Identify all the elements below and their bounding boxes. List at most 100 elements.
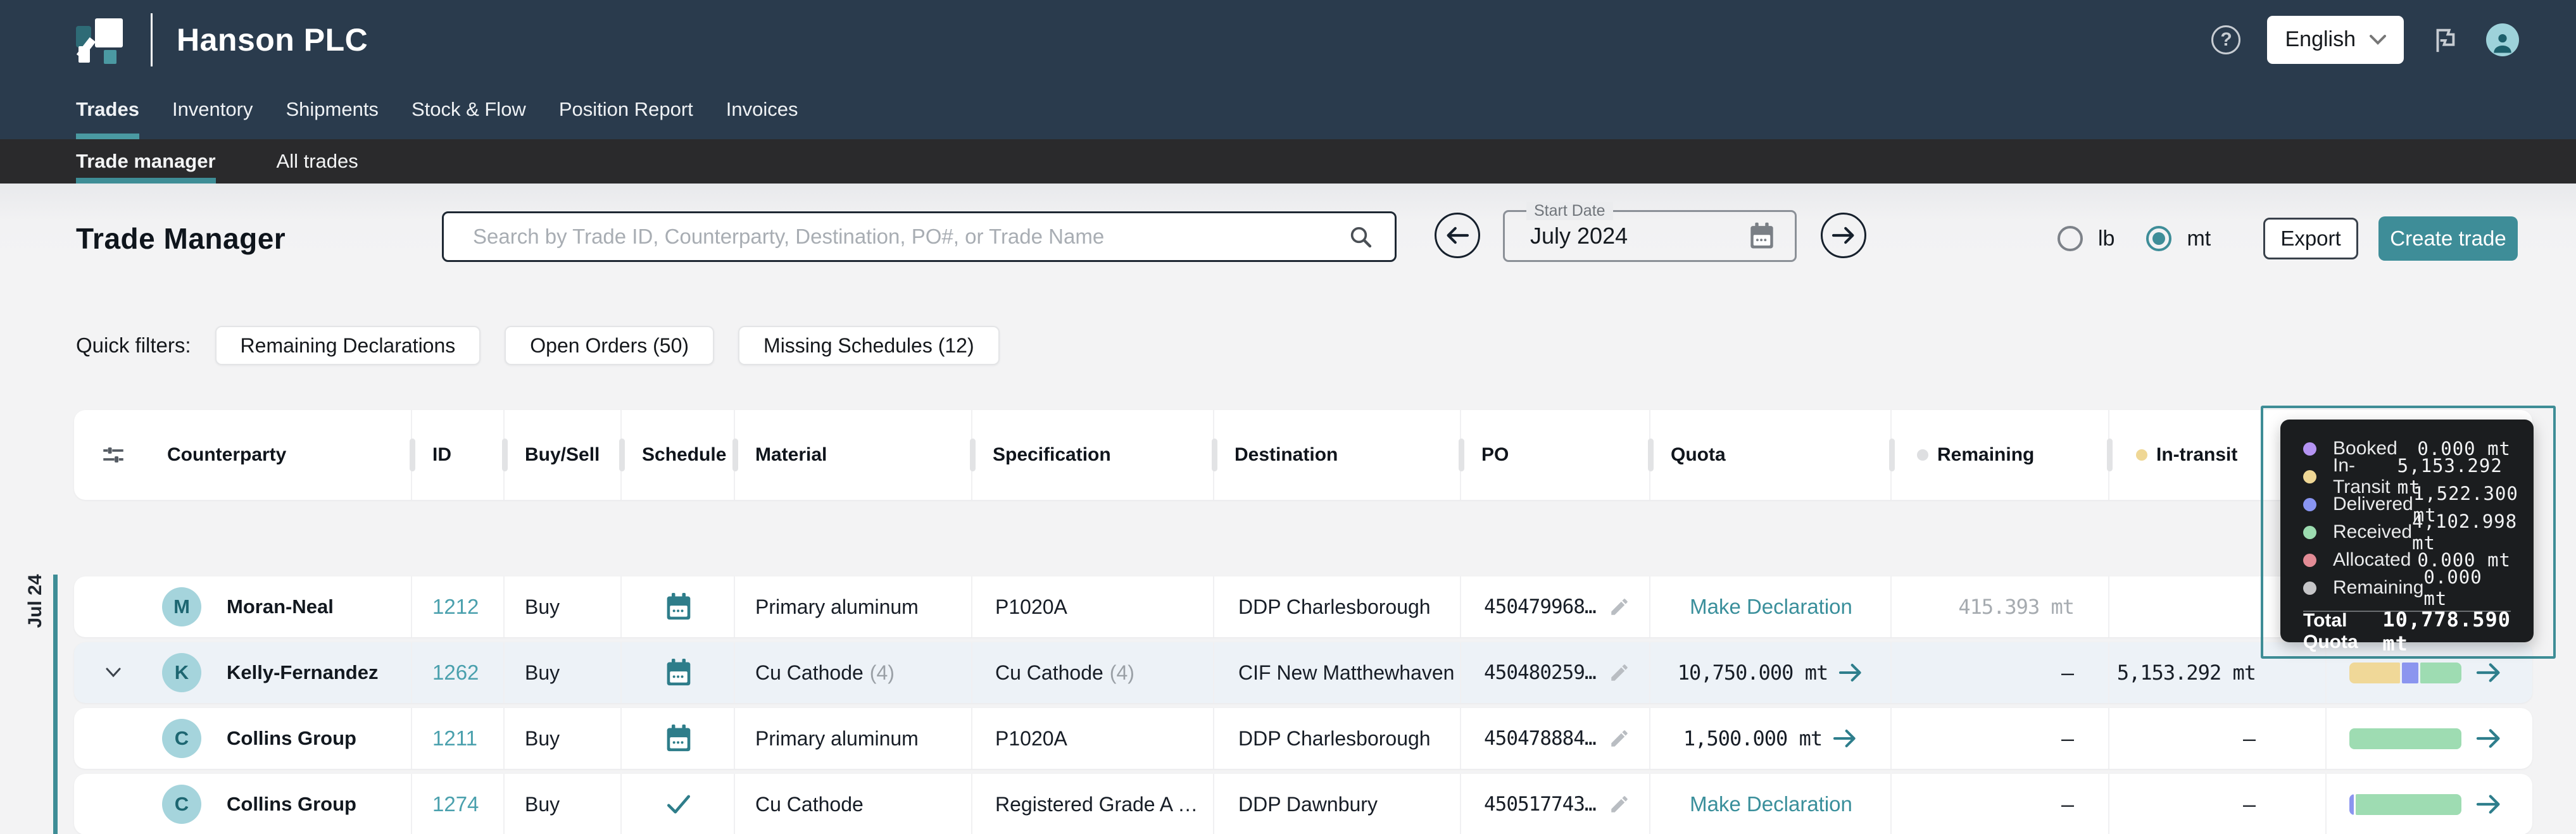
nav-tab-shipments[interactable]: Shipments bbox=[286, 79, 378, 139]
search-icon[interactable] bbox=[1348, 224, 1373, 249]
table-row[interactable]: C Collins Group 1211 Buy Primary aluminu… bbox=[74, 708, 2532, 769]
brand-title: Hanson PLC bbox=[177, 22, 368, 58]
specification-cell: P1020A bbox=[972, 708, 1214, 769]
table-row[interactable]: C Collins Group 1274 Buy Cu Cathode Regi… bbox=[74, 774, 2532, 834]
user-avatar[interactable] bbox=[2486, 23, 2519, 56]
material-cell: Cu Cathode bbox=[735, 774, 972, 834]
nav-tab-invoices[interactable]: Invoices bbox=[726, 79, 798, 139]
allocated-dot-icon bbox=[2303, 553, 2316, 567]
received-dot-icon bbox=[2303, 525, 2316, 539]
col-header-schedule[interactable]: Schedule bbox=[622, 410, 735, 500]
quota-arrow-icon[interactable] bbox=[1838, 662, 1864, 683]
nav-tab-position-report[interactable]: Position Report bbox=[559, 79, 693, 139]
destination-cell: CIF New Matthewhaven bbox=[1214, 642, 1461, 703]
quota-breakdown-tooltip: Booked 0.000 mt In-Transit 5,153.292 mt … bbox=[2280, 420, 2534, 656]
row-detail-arrow-icon[interactable] bbox=[2475, 661, 2503, 684]
nav-tab-trades[interactable]: Trades bbox=[76, 79, 139, 139]
table-row[interactable]: M Moran-Neal 1212 Buy Primary aluminum P… bbox=[74, 576, 2532, 637]
quota-cell: Make Declaration bbox=[1650, 774, 1892, 834]
quota-cell: Make Declaration bbox=[1650, 576, 1892, 637]
prev-month-button[interactable] bbox=[1435, 213, 1480, 258]
in-transit-dot-icon bbox=[2303, 470, 2316, 483]
row-detail-arrow-icon[interactable] bbox=[2475, 793, 2503, 816]
person-icon bbox=[2494, 34, 2511, 53]
unit-toggle: lb mt bbox=[2058, 223, 2227, 254]
filter-chip-remaining-declarations[interactable]: Remaining Declarations bbox=[215, 326, 481, 365]
header-column-settings[interactable] bbox=[74, 410, 152, 500]
remaining-dot-icon bbox=[2303, 581, 2316, 595]
row-expander-cell bbox=[74, 642, 152, 703]
calendar-icon[interactable] bbox=[1748, 221, 1776, 251]
subnav-all-trades[interactable]: All trades bbox=[277, 139, 358, 184]
col-header-buy-sell[interactable]: Buy/Sell bbox=[505, 410, 622, 500]
col-header-specification[interactable]: Specification bbox=[972, 410, 1214, 500]
col-header-remaining[interactable]: Remaining bbox=[1892, 410, 2109, 500]
trade-id-link[interactable]: 1211 bbox=[432, 726, 477, 750]
trade-id-link[interactable]: 1262 bbox=[432, 661, 479, 685]
progress-cell bbox=[2327, 708, 2532, 769]
unit-label-lb: lb bbox=[2098, 226, 2115, 251]
start-date-field[interactable]: Start Date July 2024 bbox=[1503, 202, 1797, 262]
col-header-counterparty[interactable]: Counterparty bbox=[152, 410, 412, 500]
schedule-cell bbox=[622, 642, 735, 703]
col-header-po[interactable]: PO bbox=[1461, 410, 1650, 500]
counterparty-name: Moran-Neal bbox=[227, 595, 334, 618]
filter-chip-open-orders[interactable]: Open Orders (50) bbox=[505, 326, 715, 365]
quota-progress-bar[interactable] bbox=[2349, 794, 2461, 815]
edit-pencil-icon[interactable] bbox=[1609, 662, 1630, 683]
help-icon[interactable]: ? bbox=[2211, 25, 2241, 54]
col-header-destination[interactable]: Destination bbox=[1214, 410, 1461, 500]
nav-tab-stock-flow[interactable]: Stock & Flow bbox=[412, 79, 526, 139]
quota-progress-bar[interactable] bbox=[2349, 728, 2461, 749]
main-nav: Trades Inventory Shipments Stock & Flow … bbox=[76, 79, 798, 139]
table-row[interactable]: K Kelly-Fernandez 1262 Buy Cu Cathode (4)… bbox=[74, 642, 2532, 703]
nav-tab-inventory[interactable]: Inventory bbox=[172, 79, 253, 139]
col-header-material[interactable]: Material bbox=[735, 410, 972, 500]
unit-radio-mt[interactable] bbox=[2146, 226, 2172, 251]
appbar-right: ? English bbox=[2211, 15, 2519, 64]
row-detail-arrow-icon[interactable] bbox=[2475, 727, 2503, 750]
quota-value: 1,500.000 mt bbox=[1683, 726, 1823, 750]
col-header-id[interactable]: ID bbox=[412, 410, 505, 500]
buy-sell-cell: Buy bbox=[505, 642, 622, 703]
filter-chip-missing-schedules[interactable]: Missing Schedules (12) bbox=[738, 326, 1000, 365]
col-header-quota[interactable]: Quota bbox=[1650, 410, 1892, 500]
edit-pencil-icon[interactable] bbox=[1609, 596, 1630, 618]
create-trade-button[interactable]: Create trade bbox=[2378, 216, 2518, 261]
unit-radio-lb[interactable] bbox=[2058, 226, 2083, 251]
chevron-down-icon bbox=[2370, 34, 2386, 45]
language-select[interactable]: English bbox=[2267, 15, 2404, 64]
po-number: 450517743… bbox=[1484, 793, 1597, 816]
make-declaration-link[interactable]: Make Declaration bbox=[1690, 595, 1852, 619]
trade-id-cell: 1262 bbox=[412, 642, 505, 703]
flag-icon[interactable] bbox=[2430, 25, 2460, 54]
sub-nav: Trade manager All trades bbox=[0, 139, 2576, 184]
trades-table: Counterparty ID Buy/Sell Schedule Materi… bbox=[74, 410, 2532, 834]
edit-pencil-icon[interactable] bbox=[1609, 728, 1630, 749]
arrow-right-icon bbox=[1831, 227, 1854, 244]
po-cell: 450517743… bbox=[1461, 774, 1650, 834]
trade-id-link[interactable]: 1274 bbox=[432, 792, 479, 816]
po-cell: 450478884… bbox=[1461, 708, 1650, 769]
in-transit-cell: – bbox=[2109, 708, 2327, 769]
counterparty-name: Kelly-Fernandez bbox=[227, 661, 379, 683]
make-declaration-link[interactable]: Make Declaration bbox=[1690, 792, 1852, 816]
po-number: 450480259… bbox=[1484, 661, 1597, 684]
chevron-down-icon[interactable] bbox=[105, 667, 122, 678]
app-bar: Hanson PLC ? English Trades Inventory Sh… bbox=[0, 0, 2576, 139]
schedule-cell bbox=[622, 774, 735, 834]
trade-id-cell: 1212 bbox=[412, 576, 505, 637]
export-button[interactable]: Export bbox=[2263, 218, 2358, 259]
trade-id-cell: 1211 bbox=[412, 708, 505, 769]
subnav-trade-manager[interactable]: Trade manager bbox=[76, 139, 216, 184]
company-logo-icon bbox=[75, 15, 127, 65]
edit-pencil-icon[interactable] bbox=[1609, 794, 1630, 815]
remaining-cell: 415.393 mt bbox=[1892, 576, 2109, 637]
counterparty-cell: K Kelly-Fernandez bbox=[152, 642, 412, 703]
quota-progress-bar[interactable] bbox=[2349, 662, 2461, 683]
search-input[interactable] bbox=[472, 224, 1348, 249]
trade-id-link[interactable]: 1212 bbox=[432, 595, 479, 619]
remaining-cell: – bbox=[1892, 708, 2109, 769]
quota-arrow-icon[interactable] bbox=[1832, 728, 1859, 749]
next-month-button[interactable] bbox=[1821, 213, 1866, 258]
